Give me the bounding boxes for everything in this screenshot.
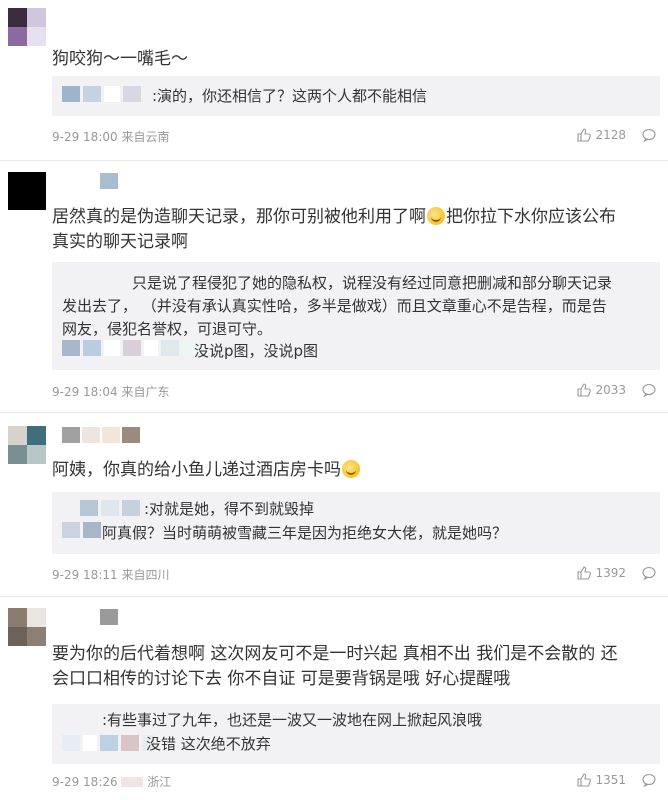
comment-bubble-icon[interactable] (642, 773, 656, 787)
comment-bubble-icon[interactable] (642, 566, 656, 580)
comment-meta: 9-29 18:04 来自广东 (52, 385, 170, 399)
reply-text: 没说p图，没说p图 (194, 342, 319, 360)
comment-bubble-icon[interactable] (642, 383, 656, 397)
avatar[interactable] (8, 172, 46, 210)
reply-box: :对就是她，得不到就毁掉 阿真假？当时萌萌被雪藏三年是因为拒绝女大佬，就是她吗？ (52, 492, 660, 554)
like-count: 2033 (595, 383, 626, 397)
reply-username-blur (62, 86, 141, 102)
like-button[interactable]: 1392 (577, 566, 626, 580)
reply-box: :演的，你还相信了？这两个人都不能相信 (52, 76, 660, 116)
username-blur[interactable] (100, 173, 118, 189)
thumbs-up-icon (577, 128, 592, 142)
reply-username-blur (62, 522, 101, 538)
comment-meta: 9-29 18:11 来自四川 (52, 568, 170, 582)
comment-text: 阿姨，你真的给小鱼儿递过酒店房卡吗 (52, 458, 660, 483)
emoji-icon (342, 460, 360, 478)
reply-text: 只是说了程侵犯了她的隐私权，说程没有经过同意把删减和部分聊天记录 (132, 274, 613, 292)
avatar[interactable] (8, 8, 46, 46)
reply-text: 网友，侵犯名誉权，可退可守。 (62, 320, 273, 338)
like-count: 2128 (595, 128, 626, 142)
like-button[interactable]: 2033 (577, 383, 626, 397)
like-button[interactable]: 1351 (577, 773, 626, 787)
like-count: 1351 (595, 773, 626, 787)
avatar[interactable] (8, 426, 46, 464)
reply-text: :有些事过了九年，也还是一波又一波地在网上掀起风浪哦 (102, 711, 483, 729)
thumbs-up-icon (577, 566, 592, 580)
username-blur[interactable] (100, 609, 118, 625)
reply-text: 阿真假？当时萌萌被雪藏三年是因为拒绝女大佬，就是她吗？ (102, 524, 508, 542)
reply-box: :有些事过了九年，也还是一波又一波地在网上掀起风浪哦 没错 这次绝不放弃 (52, 704, 660, 764)
username-blur[interactable] (62, 427, 140, 443)
reply-username-blur (80, 500, 140, 516)
comment-bubble-icon[interactable] (642, 128, 656, 142)
reply-username-blur (62, 735, 154, 751)
comment-text: 狗咬狗～一嘴毛～ (52, 49, 188, 69)
reply-box: 只是说了程侵犯了她的隐私权，说程没有经过同意把删减和部分聊天记录 发出去了， （… (52, 262, 660, 370)
like-button[interactable]: 2128 (577, 128, 626, 142)
thumbs-up-icon (577, 383, 592, 397)
reply-text: :对就是她，得不到就毁掉 (144, 500, 315, 518)
comment-meta: 9-29 18:26 浙江 (52, 775, 172, 789)
comment-text: 居然真的是伪造聊天记录，那你可别被他利用了啊 把你拉下水你应该公布 真实的聊天记录… (52, 207, 616, 252)
reply-text: 没错 这次绝不放弃 (146, 735, 271, 753)
reply-text: 发出去了， （并没有承认真实性哈，多半是做戏）而且文章重心不是告程，而是告 (62, 297, 607, 315)
like-count: 1392 (595, 566, 626, 580)
comment-text: 要为你的后代着想啊 这次网友可不是一时兴起 真相不出 我们是不会散的 还 会口口… (52, 644, 618, 689)
thumbs-up-icon (577, 773, 592, 787)
comment-meta: 9-29 18:00 来自云南 (52, 130, 170, 144)
emoji-icon (427, 207, 445, 225)
reply-username-blur (62, 340, 200, 356)
avatar[interactable] (8, 608, 46, 646)
reply-text: :演的，你还相信了？这两个人都不能相信 (152, 87, 428, 105)
